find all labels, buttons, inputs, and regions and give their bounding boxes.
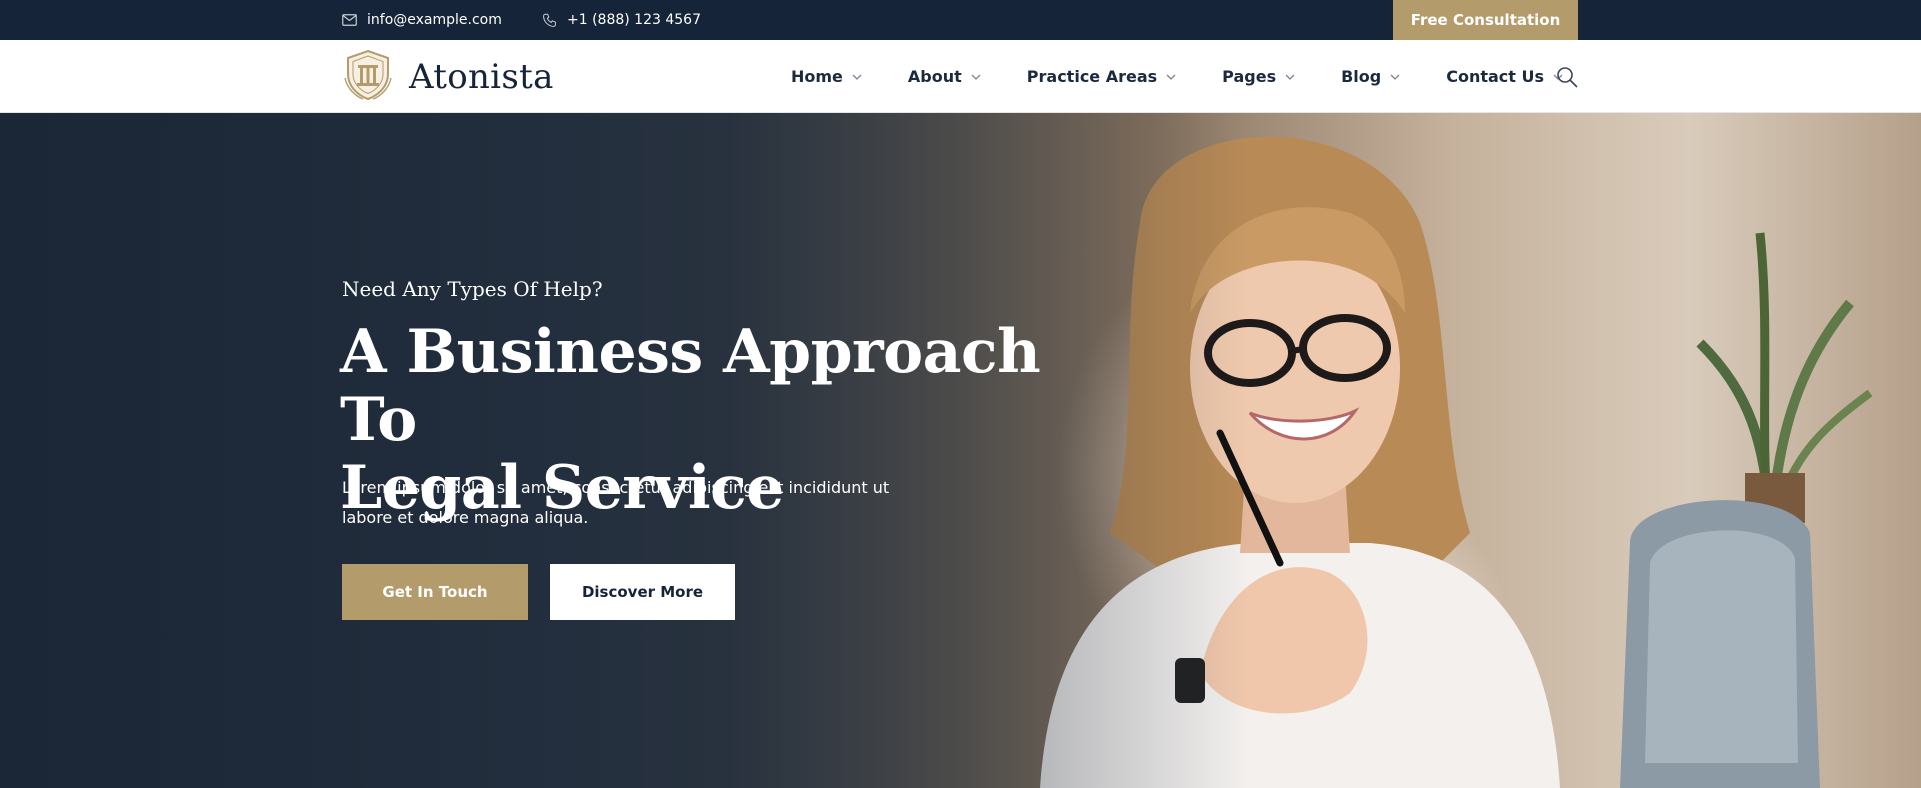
top-bar: info@example.com +1 (888) 123 4567 Free … [0,0,1921,40]
nav-item-label: Home [791,67,843,86]
chevron-down-icon [971,74,981,80]
search-icon [1557,67,1578,88]
hero-description: Lorem ipsum dolor sit amet, consectetur … [342,478,890,527]
free-consultation-button[interactable]: Free Consultation [1393,0,1578,40]
nav-item-practice-areas[interactable]: Practice Areas [1027,67,1176,86]
discover-more-button[interactable]: Discover More [550,564,735,620]
nav-item-contact-us[interactable]: Contact Us [1446,67,1563,86]
pillar-shield-icon [341,48,395,106]
email-contact[interactable]: info@example.com [342,0,502,40]
email-text: info@example.com [367,12,502,28]
hero-section: Need Any Types Of Help? A Business Appro… [0,113,1921,788]
get-in-touch-button[interactable]: Get In Touch [342,564,528,620]
chevron-down-icon [852,74,862,80]
nav-item-label: Blog [1341,67,1382,86]
main-nav: Atonista Home About Practice Areas Pages… [0,40,1921,113]
logo[interactable]: Atonista [341,48,554,106]
nav-item-label: Pages [1222,67,1277,86]
brand-name: Atonista [409,57,554,97]
search-button[interactable] [1556,66,1578,88]
hero-eyebrow: Need Any Types Of Help? [342,277,603,301]
phone-icon [542,13,557,28]
chevron-down-icon [1390,74,1400,80]
nav-item-blog[interactable]: Blog [1341,67,1400,86]
nav-item-label: Contact Us [1446,67,1545,86]
nav-item-pages[interactable]: Pages [1222,67,1295,86]
chevron-down-icon [1285,74,1295,80]
phone-text: +1 (888) 123 4567 [567,12,701,28]
nav-item-label: About [907,67,962,86]
nav-item-home[interactable]: Home [791,67,862,86]
phone-contact[interactable]: +1 (888) 123 4567 [542,0,701,40]
nav-item-about[interactable]: About [908,67,981,86]
nav-menu: Home About Practice Areas Pages Blog Con… [791,40,1563,113]
mail-icon [342,14,357,26]
hero-title-line-1: A Business Approach To [340,317,1041,455]
nav-item-label: Practice Areas [1026,67,1158,86]
chevron-down-icon [1166,74,1176,80]
